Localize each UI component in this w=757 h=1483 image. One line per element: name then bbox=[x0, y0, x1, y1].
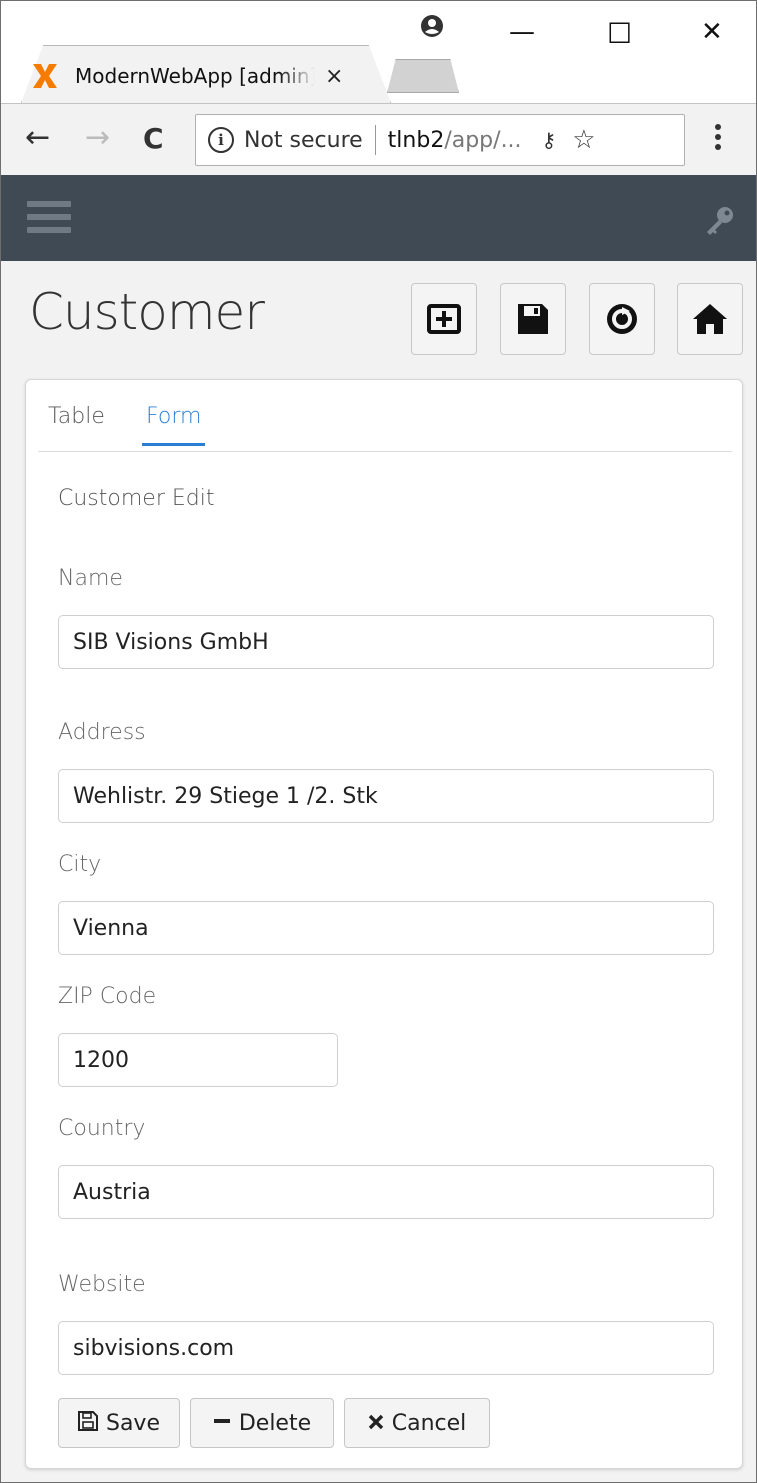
app-favicon-icon bbox=[29, 60, 61, 92]
name-label: Name bbox=[58, 566, 123, 591]
website-field[interactable]: sibvisions.com bbox=[58, 1321, 714, 1375]
info-icon[interactable]: i bbox=[208, 127, 234, 153]
address-label: Address bbox=[58, 720, 146, 745]
browser-window: ModernWebApp [admin] × — ☐ ✕ ← → C i Not… bbox=[0, 0, 757, 1483]
delete-button[interactable]: Delete bbox=[190, 1398, 334, 1448]
city-label: City bbox=[58, 852, 102, 877]
profile-icon[interactable] bbox=[419, 13, 445, 39]
hamburger-menu-icon[interactable] bbox=[27, 201, 71, 237]
home-button[interactable] bbox=[677, 283, 743, 355]
forward-arrow-icon[interactable]: → bbox=[85, 120, 110, 155]
address-field[interactable]: Wehlistr. 29 Stiege 1 /2. Stk bbox=[58, 769, 714, 823]
refresh-icon bbox=[607, 304, 637, 334]
window-close-button[interactable]: ✕ bbox=[701, 17, 723, 47]
tab-table[interactable]: Table bbox=[44, 404, 109, 443]
country-field[interactable]: Austria bbox=[58, 1165, 714, 1219]
plus-square-icon bbox=[427, 304, 461, 334]
reload-icon[interactable]: C bbox=[143, 122, 164, 155]
minus-icon bbox=[213, 1411, 231, 1435]
window-maximize-button[interactable]: ☐ bbox=[607, 17, 632, 50]
form-section-title: Customer Edit bbox=[58, 486, 215, 511]
name-field[interactable]: SIB Visions GmbH bbox=[58, 615, 714, 669]
tab-form[interactable]: Form bbox=[142, 404, 206, 446]
bookmark-star-icon[interactable]: ☆ bbox=[572, 125, 595, 155]
home-icon bbox=[693, 304, 727, 334]
save-button[interactable]: Save bbox=[58, 1398, 180, 1448]
app-header-bar bbox=[1, 175, 756, 261]
security-status: Not secure bbox=[244, 127, 363, 153]
reload-data-button[interactable] bbox=[589, 283, 655, 355]
save-button-label: Save bbox=[105, 1410, 160, 1436]
cancel-button-label: Cancel bbox=[391, 1410, 467, 1436]
x-icon bbox=[368, 1411, 384, 1435]
address-bar[interactable]: i Not secure tlnb2 /app/... ⚷ ☆ bbox=[195, 114, 685, 166]
zip-code-field[interactable]: 1200 bbox=[58, 1033, 338, 1087]
page-title: Customer bbox=[29, 283, 265, 341]
cancel-button[interactable]: Cancel bbox=[344, 1398, 490, 1448]
view-tabs: Table Form bbox=[38, 394, 732, 452]
country-label: Country bbox=[58, 1116, 146, 1141]
browser-tab-content[interactable]: ModernWebApp [admin] × bbox=[29, 53, 369, 99]
new-tab-button[interactable] bbox=[387, 59, 459, 93]
website-label: Website bbox=[58, 1272, 146, 1297]
url-path: /app/... bbox=[444, 127, 522, 153]
url-host: tlnb2 bbox=[387, 127, 445, 153]
browser-toolbar: ← → C i Not secure tlnb2 /app/... ⚷ ☆ bbox=[1, 103, 756, 175]
save-icon bbox=[77, 1410, 98, 1436]
key-icon[interactable] bbox=[701, 203, 737, 239]
city-field[interactable]: Vienna bbox=[58, 901, 714, 955]
back-arrow-icon[interactable]: ← bbox=[25, 120, 50, 155]
browser-menu-icon[interactable] bbox=[713, 122, 723, 152]
floppy-disk-icon bbox=[518, 304, 548, 334]
tab-strip: ModernWebApp [admin] × — ☐ ✕ bbox=[1, 1, 756, 103]
zip-code-label: ZIP Code bbox=[58, 984, 157, 1009]
tab-title: ModernWebApp [admin] bbox=[75, 64, 315, 88]
omnibox-divider bbox=[374, 125, 376, 155]
tab-close-icon[interactable]: × bbox=[325, 64, 343, 89]
delete-button-label: Delete bbox=[238, 1410, 312, 1436]
customer-card: Table Form Customer Edit Name SIB Vision… bbox=[25, 379, 743, 1469]
window-minimize-button[interactable]: — bbox=[509, 17, 535, 47]
add-button[interactable] bbox=[411, 283, 477, 355]
password-key-icon[interactable]: ⚷ bbox=[542, 128, 557, 152]
save-toolbar-button[interactable] bbox=[500, 283, 566, 355]
main-content: Customer Table Form Customer Edit Name S… bbox=[1, 261, 756, 1482]
